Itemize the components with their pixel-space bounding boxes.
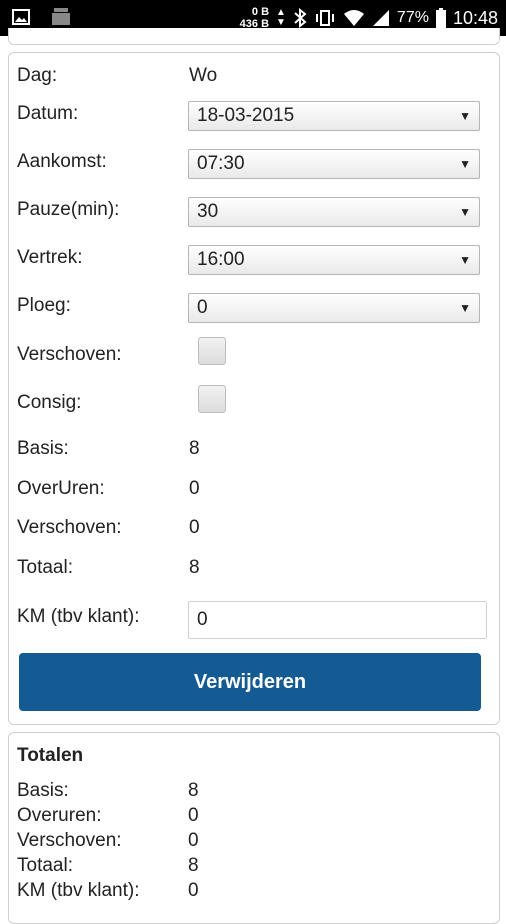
totals-row: Overuren: 0 (17, 804, 417, 828)
ploeg-label: Ploeg: (17, 295, 71, 316)
dag-value: Wo (189, 65, 218, 86)
overuren-value: 0 (189, 478, 200, 499)
totals-row-value: 0 (188, 805, 199, 826)
previous-card-edge (8, 28, 500, 45)
totals-row-label: Totaal: (17, 855, 73, 876)
totals-row: Verschoven: 0 (17, 829, 417, 853)
verschoven-checkbox[interactable] (198, 337, 226, 365)
totals-row-label: Basis: (17, 780, 69, 801)
km-label: KM (tbv klant): (17, 606, 140, 627)
dropdown-arrow-icon: ▼ (459, 157, 471, 171)
datum-value: 18-03-2015 (197, 105, 295, 126)
battery-icon (435, 8, 446, 28)
totals-row: KM (tbv klant): 0 (17, 879, 417, 903)
totals-title: Totalen (17, 745, 84, 766)
delete-button[interactable]: Verwijderen (19, 653, 481, 711)
totals-row: Basis: 8 (17, 779, 417, 803)
image-icon (12, 9, 30, 25)
km-input[interactable]: 0 (188, 601, 487, 639)
ploeg-value: 0 (197, 297, 208, 318)
clock: 10:48 (452, 7, 498, 28)
ploeg-select[interactable]: 0 ▼ (188, 293, 480, 323)
basis-value: 8 (189, 438, 200, 459)
verschoven-value: 0 (189, 517, 200, 538)
dropdown-arrow-icon: ▼ (459, 253, 471, 267)
aankomst-select[interactable]: 07:30 ▼ (188, 149, 480, 179)
verschoven-label: Verschoven: (17, 517, 122, 538)
totals-card: Totalen Basis: 8 Overuren: 0 Verschoven:… (8, 732, 500, 924)
verschoven-checkbox-label: Verschoven: (17, 344, 122, 365)
overuren-label: OverUren: (17, 478, 105, 499)
datum-select[interactable]: 18-03-2015 ▼ (188, 101, 480, 131)
signal-icon (372, 10, 389, 26)
data-traffic: 0 B 436 B (240, 6, 269, 30)
wifi-icon (343, 10, 364, 26)
battery-percent: 77% (396, 9, 429, 26)
pauze-label: Pauze(min): (17, 199, 120, 220)
datum-label: Datum: (17, 103, 79, 124)
totaal-value: 8 (189, 557, 200, 578)
data-up: 0 B (251, 6, 270, 18)
totals-row-label: Overuren: (17, 805, 102, 826)
basis-label: Basis: (17, 438, 69, 459)
consig-checkbox[interactable] (198, 385, 226, 413)
sim-icon (52, 8, 70, 25)
vertrek-select[interactable]: 16:00 ▼ (188, 245, 480, 275)
totals-row: Totaal: 8 (17, 854, 417, 878)
dropdown-arrow-icon: ▼ (459, 205, 471, 219)
bluetooth-icon (294, 8, 307, 28)
vertrek-value: 16:00 (197, 249, 245, 270)
pauze-value: 30 (197, 201, 219, 222)
vibrate-icon (315, 10, 334, 26)
dropdown-arrow-icon: ▼ (459, 109, 471, 123)
transfer-arrows-icon: ▲ ▼ (276, 7, 286, 28)
aankomst-label: Aankomst: (17, 151, 107, 172)
dag-label: Dag: (17, 65, 58, 86)
vertrek-label: Vertrek: (17, 247, 83, 268)
totals-row-value: 8 (188, 855, 199, 876)
consig-label: Consig: (17, 392, 82, 413)
totals-row-value: 0 (188, 830, 199, 851)
totals-row-value: 8 (188, 780, 199, 801)
totals-row-value: 0 (188, 880, 199, 901)
aankomst-value: 07:30 (197, 153, 245, 174)
dropdown-arrow-icon: ▼ (459, 301, 471, 315)
pauze-select[interactable]: 30 ▼ (188, 197, 480, 227)
entry-form-card: Dag: Wo Datum: 18-03-2015 ▼ Aankomst: 07… (8, 52, 500, 725)
km-input-value: 0 (197, 609, 208, 630)
totals-row-label: KM (tbv klant): (17, 880, 140, 901)
totaal-label: Totaal: (17, 557, 73, 578)
totals-row-label: Verschoven: (17, 830, 122, 851)
